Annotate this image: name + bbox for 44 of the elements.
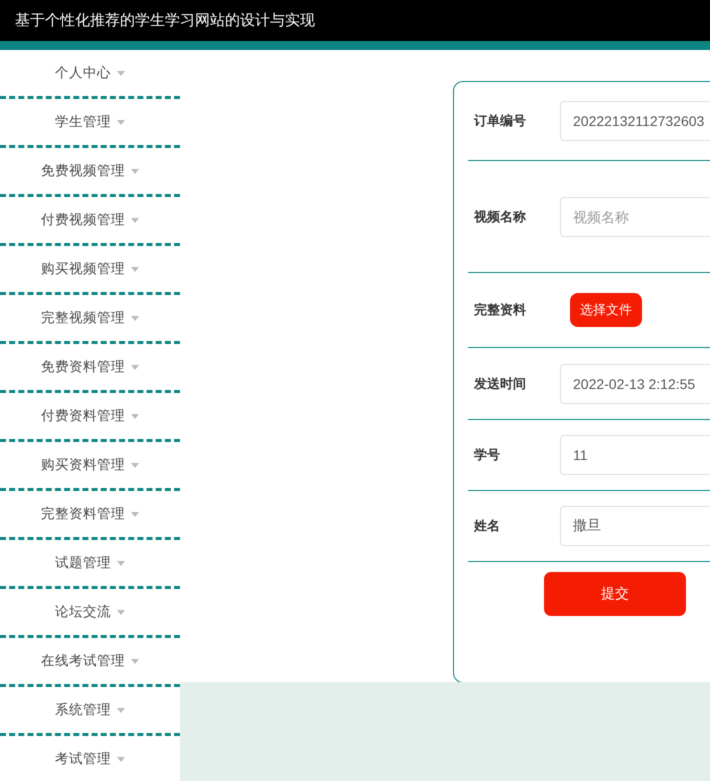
caret-icon bbox=[131, 658, 139, 664]
menu-item[interactable]: 试题管理 bbox=[55, 554, 111, 572]
menu-item[interactable]: 论坛交流 bbox=[55, 603, 111, 621]
caret-icon bbox=[117, 120, 125, 124]
menu-item[interactable]: 付费资料管理 bbox=[41, 407, 125, 425]
menu-item[interactable]: 系统管理 bbox=[55, 701, 111, 719]
menu-item[interactable]: 免费资料管理 bbox=[41, 358, 125, 376]
caret-icon bbox=[131, 512, 139, 516]
menu-item[interactable]: 考试管理 bbox=[55, 750, 111, 768]
caret-icon bbox=[131, 462, 139, 468]
menu-item[interactable]: 购买资料管理 bbox=[41, 456, 125, 474]
caret-icon bbox=[131, 218, 139, 222]
field-label: 视频名称 bbox=[472, 208, 527, 226]
caret-icon bbox=[131, 364, 139, 370]
site-title: 基于个性化推荐的学生学习网站的设计与实现 bbox=[15, 11, 315, 30]
field-label: 姓名 bbox=[472, 518, 501, 535]
input-field[interactable]: 20222132112732603 bbox=[560, 101, 710, 141]
caret-icon bbox=[131, 266, 139, 272]
input-field[interactable]: 视频名称 bbox=[560, 196, 710, 236]
caret-icon bbox=[117, 610, 125, 614]
caret-icon bbox=[117, 756, 125, 762]
caret-icon bbox=[131, 168, 139, 174]
field-label: 发送时间 bbox=[472, 376, 527, 392]
input-field[interactable]: 撒旦 bbox=[560, 506, 710, 546]
caret-icon bbox=[131, 414, 139, 418]
field-label: 完整资料 bbox=[473, 302, 527, 319]
field-label: 订单编号 bbox=[472, 112, 527, 130]
menu-item[interactable]: 完整资料管理 bbox=[41, 505, 125, 523]
submit-button[interactable]: 提交 bbox=[544, 572, 686, 616]
field-label: 学号 bbox=[473, 447, 501, 464]
caret-icon bbox=[117, 560, 125, 566]
choose-file-button[interactable]: 选择文件 bbox=[570, 293, 642, 327]
menu-item[interactable]: 免费视频管理 bbox=[41, 162, 125, 180]
input-field[interactable]: 11 bbox=[560, 435, 710, 475]
menu-item[interactable]: 购买视频管理 bbox=[41, 260, 125, 278]
caret-icon bbox=[117, 70, 125, 76]
menu-item[interactable]: 学生管理 bbox=[55, 113, 111, 131]
menu-item[interactable]: 完整视频管理 bbox=[41, 309, 125, 327]
menu-item[interactable]: 个人中心 bbox=[55, 64, 111, 82]
menu-item[interactable]: 付费视频管理 bbox=[41, 211, 125, 229]
menu-item[interactable]: 在线考试管理 bbox=[41, 652, 125, 670]
caret-icon bbox=[131, 316, 139, 320]
input-field[interactable]: 2022-02-13 2:12:55 bbox=[560, 364, 710, 404]
caret-icon bbox=[117, 708, 125, 712]
